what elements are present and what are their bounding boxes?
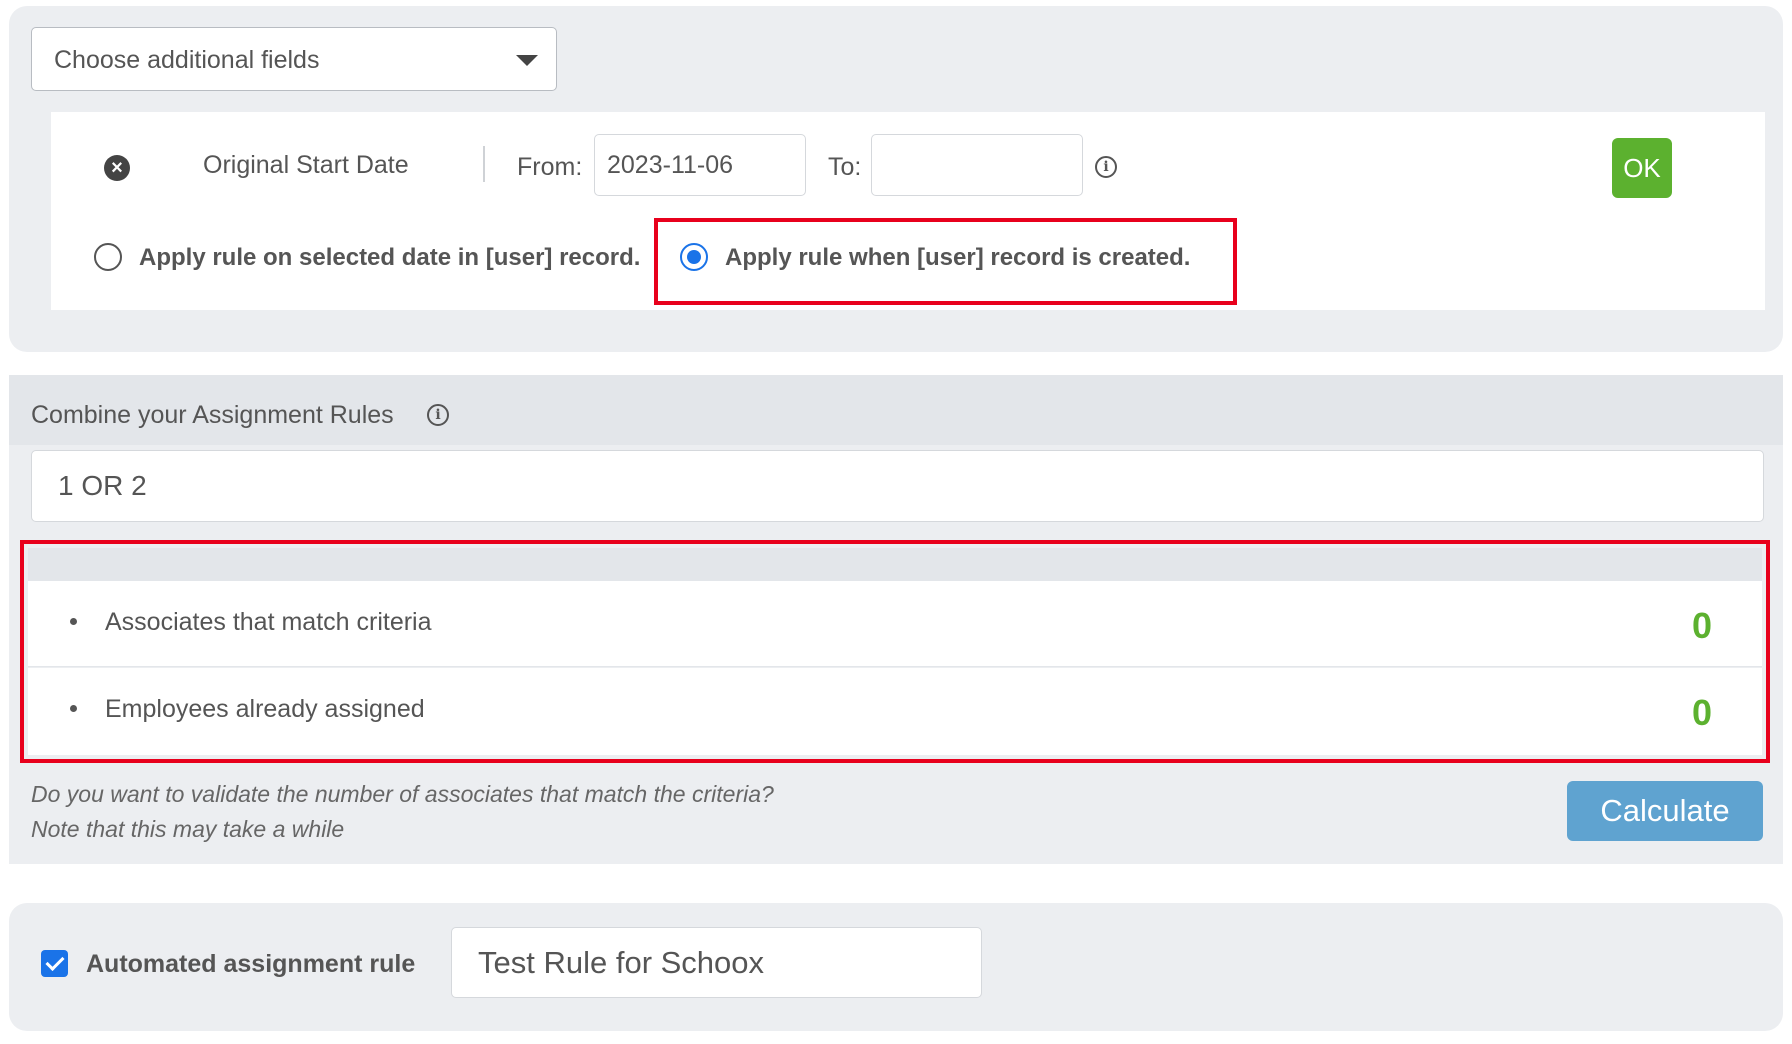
rule-name-input[interactable] <box>451 927 982 998</box>
apply-on-selected-date-radio[interactable] <box>94 243 122 271</box>
rule-field-name: Original Start Date <box>203 151 409 179</box>
from-date-input[interactable] <box>594 134 806 196</box>
automated-rule-label: Automated assignment rule <box>86 950 416 978</box>
highlight-box-apply-on-create <box>654 218 1237 305</box>
to-date-input[interactable] <box>871 134 1083 196</box>
info-icon[interactable]: i <box>1095 156 1117 178</box>
combine-rules-label: Combine your Assignment Rules <box>31 401 394 429</box>
automated-rule-checkbox[interactable] <box>41 950 68 977</box>
field-divider <box>483 146 485 182</box>
calculate-button[interactable]: Calculate <box>1567 781 1763 841</box>
validate-note-line: Note that this may take a while <box>31 816 345 842</box>
to-label: To: <box>828 153 862 181</box>
validate-note: Do you want to validate the number of as… <box>31 777 774 847</box>
info-icon[interactable]: i <box>427 404 449 426</box>
ok-button[interactable]: OK <box>1612 138 1672 198</box>
apply-on-selected-date-label: Apply rule on selected date in [user] re… <box>139 244 641 271</box>
dropdown-label: Choose additional fields <box>54 46 320 74</box>
additional-fields-dropdown[interactable]: Choose additional fields <box>31 27 557 91</box>
from-label: From: <box>517 153 583 181</box>
remove-circle-icon[interactable]: × <box>104 155 130 181</box>
chevron-down-icon <box>516 55 538 66</box>
validate-note-line: Do you want to validate the number of as… <box>31 781 774 807</box>
combine-rules-input[interactable] <box>31 450 1764 522</box>
highlight-box-stats <box>20 540 1770 763</box>
